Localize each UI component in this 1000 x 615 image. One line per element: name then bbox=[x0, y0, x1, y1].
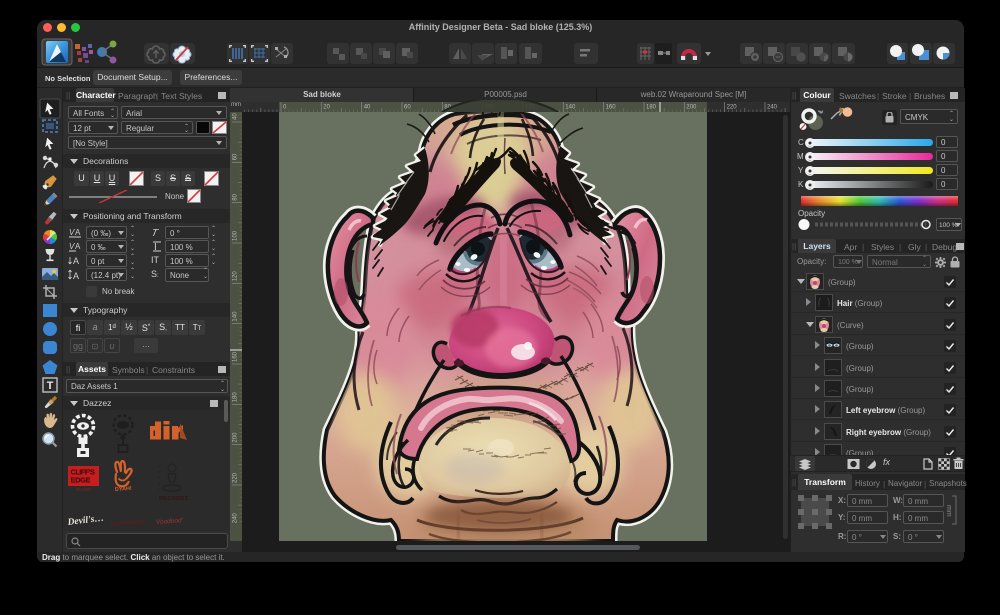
svg-text:160: 160 bbox=[606, 105, 617, 111]
svg-text:40: 40 bbox=[364, 105, 371, 111]
svg-text:80: 80 bbox=[233, 193, 239, 200]
svg-text:20: 20 bbox=[323, 105, 330, 111]
svg-text:mm: mm bbox=[946, 505, 952, 517]
svg-text:140: 140 bbox=[233, 311, 239, 322]
svg-text:40: 40 bbox=[233, 113, 239, 120]
svg-text:V: V bbox=[158, 469, 161, 474]
svg-text:naadedash: naadedash bbox=[111, 518, 145, 528]
svg-text:A: A bbox=[75, 242, 81, 251]
svg-text:180: 180 bbox=[646, 105, 657, 111]
svg-text:220: 220 bbox=[727, 105, 738, 111]
svg-text:K: K bbox=[158, 481, 161, 486]
svg-text:RECORDZ: RECORDZ bbox=[159, 496, 189, 502]
svg-text:60: 60 bbox=[404, 105, 411, 111]
svg-text:180: 180 bbox=[233, 392, 239, 403]
svg-text:200: 200 bbox=[686, 105, 697, 111]
svg-text:EDGE: EDGE bbox=[71, 476, 91, 485]
svg-text:200: 200 bbox=[233, 432, 239, 443]
svg-text:DYAH!: DYAH! bbox=[115, 486, 132, 493]
svg-text:T: T bbox=[47, 380, 54, 392]
svg-text:A: A bbox=[158, 463, 161, 468]
svg-text:RECORDS: RECORDS bbox=[76, 488, 91, 492]
svg-text:A: A bbox=[75, 228, 81, 237]
svg-text:A: A bbox=[73, 271, 79, 281]
svg-text:E: E bbox=[158, 475, 161, 480]
svg-text:240: 240 bbox=[767, 105, 778, 111]
svg-text:60: 60 bbox=[233, 153, 239, 160]
svg-text:220: 220 bbox=[233, 472, 239, 483]
svg-text:Devil's…: Devil's… bbox=[66, 514, 104, 528]
svg-text:A: A bbox=[73, 256, 79, 266]
svg-text:100: 100 bbox=[233, 230, 239, 241]
svg-text:120: 120 bbox=[233, 271, 239, 282]
svg-text:240: 240 bbox=[233, 513, 239, 524]
svg-text:T: T bbox=[151, 228, 159, 239]
svg-text:160: 160 bbox=[233, 351, 239, 362]
svg-text:Voodood': Voodood' bbox=[156, 517, 184, 526]
svg-text:U: U bbox=[158, 487, 161, 492]
